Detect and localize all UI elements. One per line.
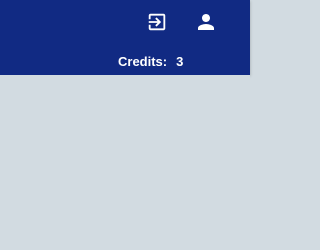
credits-value: 3 xyxy=(176,54,184,69)
app-header: Credits: 3 xyxy=(0,0,250,75)
credits-label: Credits: xyxy=(118,54,168,69)
credits-display: Credits: 3 xyxy=(118,54,183,70)
account-button[interactable] xyxy=(191,7,221,37)
account-icon xyxy=(194,10,218,34)
login-icon xyxy=(146,11,168,33)
main-content-area xyxy=(0,75,250,250)
login-button[interactable] xyxy=(142,7,172,37)
